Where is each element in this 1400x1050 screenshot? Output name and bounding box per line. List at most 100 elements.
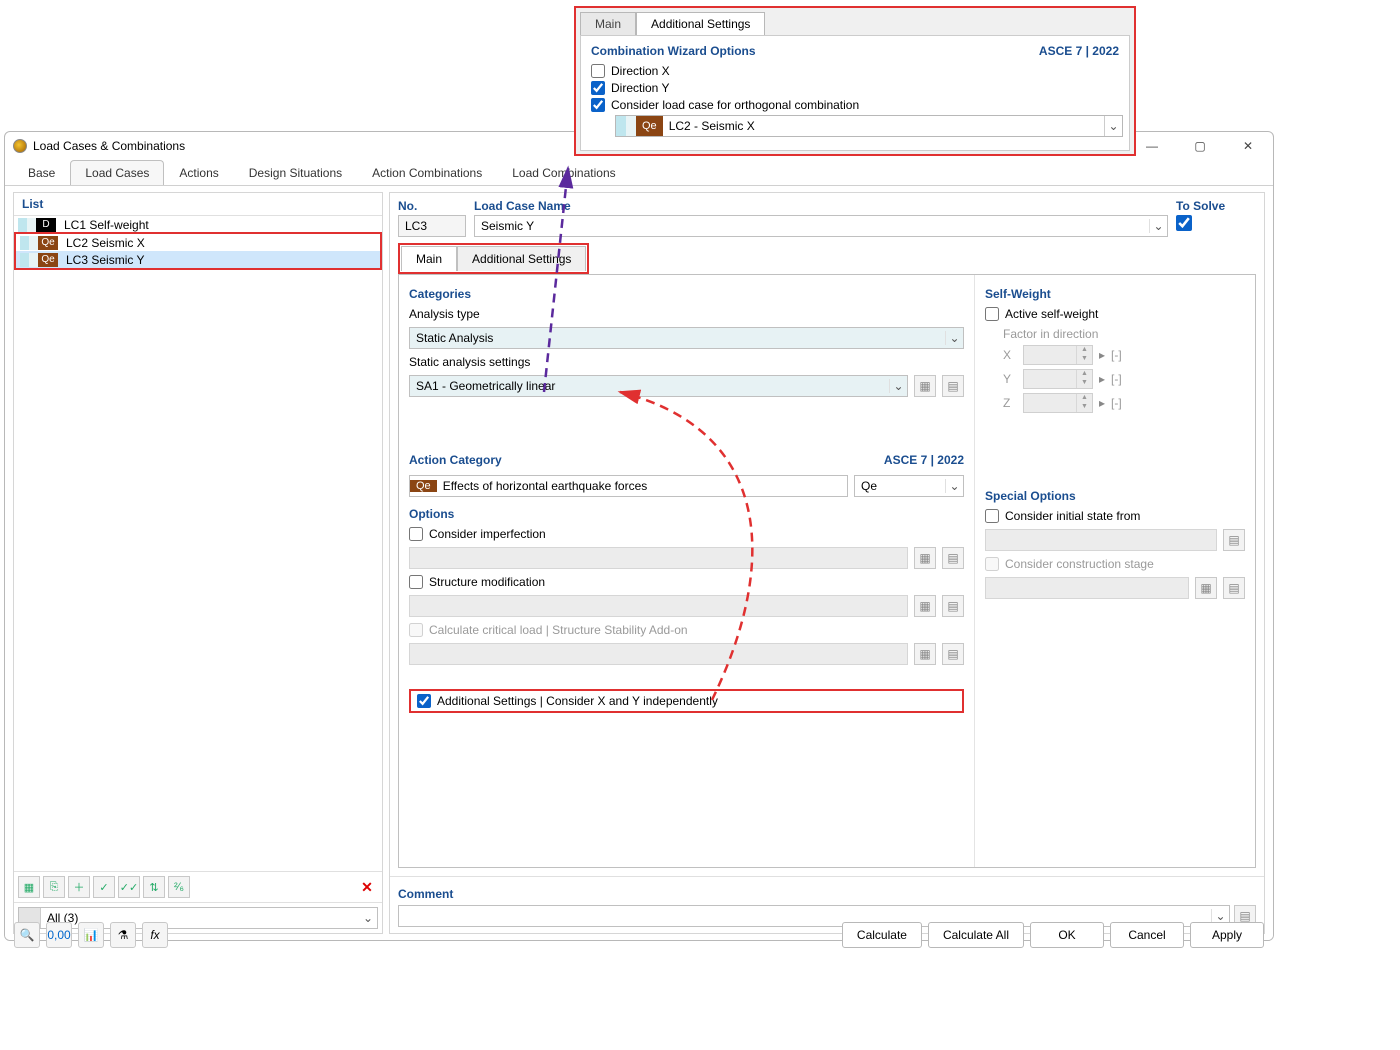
checkbox-direction-y[interactable] <box>591 81 605 95</box>
calculate-all-button[interactable]: Calculate All <box>928 922 1024 948</box>
check-button[interactable]: ✓ <box>93 876 115 898</box>
copy-button[interactable]: ⎘ <box>43 876 65 898</box>
name-field[interactable]: Seismic Y⌄ <box>474 215 1168 237</box>
list-item[interactable]: Qe LC2 Seismic X <box>16 234 380 251</box>
new-crit-button[interactable]: ▦ <box>914 643 936 665</box>
action-category-text: Effects of horizontal earthquake forces <box>437 479 847 493</box>
factor-x-spinner: ▲▼ <box>1023 345 1093 365</box>
orthogonal-value: LC2 - Seismic X <box>663 119 1104 133</box>
new-settings-button[interactable]: ▦ <box>914 375 936 397</box>
no-label: No. <box>398 199 466 213</box>
sort-button[interactable]: ⇅ <box>143 876 165 898</box>
list-item-label: LC2 Seismic X <box>58 236 145 250</box>
solve-label: To Solve <box>1176 199 1256 213</box>
factor-label: Factor in direction <box>1003 327 1245 341</box>
popup-tab-main[interactable]: Main <box>580 12 636 35</box>
tab-action-combinations[interactable]: Action Combinations <box>357 160 497 185</box>
loadcase-detail-pane: No. LC3 Load Case Name Seismic Y⌄ To Sol… <box>389 192 1265 934</box>
sas-select[interactable]: SA1 - Geometrically linear⌄ <box>409 375 908 397</box>
tab-base[interactable]: Base <box>13 160 70 185</box>
action-category-heading: Action Category <box>409 453 502 467</box>
tab-actions[interactable]: Actions <box>164 160 233 185</box>
cancel-button[interactable]: Cancel <box>1110 922 1184 948</box>
label-structmod: Structure modification <box>429 575 545 589</box>
add-button[interactable]: ＋ <box>68 876 90 898</box>
label-additional-settings: Additional Settings | Consider X and Y i… <box>437 694 718 708</box>
tab-load-cases[interactable]: Load Cases <box>70 160 164 185</box>
stats-button[interactable]: 📊 <box>78 922 104 948</box>
comment-heading: Comment <box>398 887 1256 901</box>
critical-select <box>409 643 908 665</box>
checkbox-additional-settings[interactable] <box>417 694 431 708</box>
list-item[interactable]: D LC1 Self-weight <box>14 216 382 233</box>
analysis-type-select[interactable]: Static Analysis⌄ <box>409 327 964 349</box>
settings-button[interactable]: ⚗ <box>110 922 136 948</box>
new-struct-button[interactable]: ▦ <box>914 595 936 617</box>
edit-cs-button[interactable]: ▤ <box>1223 577 1245 599</box>
help-button[interactable]: 🔍 <box>14 922 40 948</box>
list-item-label: LC3 Seismic Y <box>58 253 144 267</box>
edit-settings-button[interactable]: ▤ <box>942 375 964 397</box>
checkbox-constructionstage <box>985 557 999 571</box>
calculate-button[interactable]: Calculate <box>842 922 922 948</box>
subtab-main[interactable]: Main <box>401 246 457 271</box>
name-label: Load Case Name <box>474 199 1168 213</box>
tab-design-situations[interactable]: Design Situations <box>234 160 357 185</box>
delete-button[interactable]: ✕ <box>356 876 378 898</box>
qe-badge-icon: Qe <box>636 116 663 136</box>
ok-button[interactable]: OK <box>1030 922 1104 948</box>
minimize-button[interactable]: — <box>1135 139 1169 153</box>
analysis-type-label: Analysis type <box>409 307 964 321</box>
main-tabset: Base Load Cases Actions Design Situation… <box>5 160 1273 186</box>
apply-button[interactable]: Apply <box>1190 922 1264 948</box>
badge-qe-icon: Qe <box>38 253 58 267</box>
label-initialstate: Consider initial state from <box>1005 509 1140 523</box>
checkbox-initialstate[interactable] <box>985 509 999 523</box>
checkbox-to-solve[interactable] <box>1176 215 1192 231</box>
edit-init-button[interactable]: ▤ <box>1223 529 1245 551</box>
label-orthogonal: Consider load case for orthogonal combin… <box>611 98 859 112</box>
chevron-down-icon[interactable]: ⌄ <box>889 379 907 393</box>
checkbox-structmod[interactable] <box>409 575 423 589</box>
popup-tab-additional[interactable]: Additional Settings <box>636 12 765 35</box>
specialopts-heading: Special Options <box>985 489 1245 503</box>
edit-struct-button[interactable]: ▤ <box>942 595 964 617</box>
new-imp-button[interactable]: ▦ <box>914 547 936 569</box>
edit-imp-button[interactable]: ▤ <box>942 547 964 569</box>
checkbox-selfweight[interactable] <box>985 307 999 321</box>
checkbox-direction-x[interactable] <box>591 64 605 78</box>
action-category-select[interactable]: Qe Effects of horizontal earthquake forc… <box>409 475 848 497</box>
checkbox-imperfection[interactable] <box>409 527 423 541</box>
no-field[interactable]: LC3 <box>398 215 466 237</box>
categories-heading: Categories <box>409 287 964 301</box>
factor-y-spinner: ▲▼ <box>1023 369 1093 389</box>
label-direction-x: Direction X <box>611 64 670 78</box>
maximize-button[interactable]: ▢ <box>1183 139 1217 153</box>
initialstate-select <box>985 529 1217 551</box>
chevron-down-icon[interactable]: ⌄ <box>1104 116 1122 136</box>
function-button[interactable]: fx <box>142 922 168 948</box>
tab-load-combinations[interactable]: Load Combinations <box>497 160 630 185</box>
chevron-down-icon[interactable]: ⌄ <box>1149 219 1167 233</box>
new-button[interactable]: ▦ <box>18 876 40 898</box>
chevron-down-icon[interactable]: ⌄ <box>945 331 963 345</box>
new-cs-button[interactable]: ▦ <box>1195 577 1217 599</box>
orthogonal-loadcase-select[interactable]: Qe LC2 - Seismic X ⌄ <box>615 115 1123 137</box>
qe-badge-icon: Qe <box>410 480 437 492</box>
action-code-select[interactable]: Qe⌄ <box>854 475 964 497</box>
list-item[interactable]: Qe LC3 Seismic Y <box>16 251 380 268</box>
imperfection-select <box>409 547 908 569</box>
dialog-load-cases: Load Cases & Combinations — ▢ ✕ Base Loa… <box>4 131 1274 941</box>
check2-button[interactable]: ✓✓ <box>118 876 140 898</box>
chevron-down-icon[interactable]: ⌄ <box>945 479 963 493</box>
additional-settings-popup: Main Additional Settings Combination Wiz… <box>574 6 1136 156</box>
edit-crit-button[interactable]: ▤ <box>942 643 964 665</box>
renumber-button[interactable]: ²⁄₆ <box>168 876 190 898</box>
subtab-additional[interactable]: Additional Settings <box>457 246 586 271</box>
checkbox-orthogonal[interactable] <box>591 98 605 112</box>
app-icon <box>13 139 27 153</box>
close-button[interactable]: ✕ <box>1231 139 1265 153</box>
options-heading: Options <box>409 507 964 521</box>
loadcase-list-pane: List D LC1 Self-weight Qe LC2 Seismic X … <box>13 192 383 934</box>
units-button[interactable]: 0,00 <box>46 922 72 948</box>
